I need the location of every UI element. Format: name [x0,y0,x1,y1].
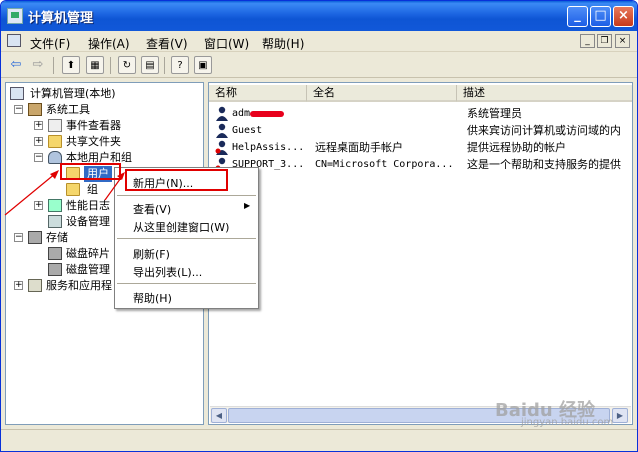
computer-icon [10,87,24,100]
services-icon [28,279,42,292]
column-header-fullname[interactable]: 全名 [307,85,457,102]
up-level-icon[interactable]: ⬆ [62,56,80,74]
scroll-right-icon[interactable]: ▶ [612,408,628,423]
storage-icon [28,231,42,244]
user-icon [216,106,228,121]
disk-defrag-icon [48,247,62,260]
cell-fullname: CN=Microsoft Corpora... [315,159,454,170]
shared-folder-icon [48,135,62,148]
tree-label-system-tools: 系统工具 [46,103,90,116]
menu-view[interactable]: 查看(V) [146,35,188,52]
cell-description: 供来宾访问计算机或访问域的内 [467,124,621,137]
table-row[interactable]: HelpAssis... 远程桌面助手帐户 提供远程协助的帐户 [209,139,632,156]
menu-help[interactable]: 帮助(H) [262,35,304,52]
tree-label-event-viewer: 事件查看器 [66,119,121,132]
table-row[interactable]: adm 系统管理员 [209,105,632,122]
computer-management-icon [7,8,23,24]
expand-icon[interactable]: + [34,137,43,146]
cell-name: HelpAssis... [232,142,305,153]
toolbar-separator [53,57,54,74]
table-row[interactable]: SUPPORT_3... CN=Microsoft Corpora... 这是一… [209,156,632,173]
tree-item-event-viewer[interactable]: + 事件查看器 [34,118,203,134]
watermark-url: jingyan.baidu.com [521,417,614,428]
tree-label-root: 计算机管理(本地) [30,87,116,100]
menu-separator [117,283,256,284]
tree-item-shared-folders[interactable]: + 共享文件夹 [34,134,203,150]
cell-name: adm [232,108,251,119]
toolbar-separator [110,57,111,74]
cell-description: 这是一个帮助和支持服务的提供 [467,158,621,171]
cell-description: 系统管理员 [467,107,522,120]
maximize-button[interactable]: □ [590,6,611,27]
show-hide-tree-icon[interactable]: ▦ [86,56,104,74]
mdi-restore-button[interactable]: ❐ [597,34,612,48]
table-row[interactable]: Guest 供来宾访问计算机或访问域的内 [209,122,632,139]
submenu-arrow-icon: ▶ [244,201,251,210]
window-title: 计算机管理 [28,11,94,26]
mmc-icon[interactable] [7,34,21,47]
cell-fullname: 远程桌面助手帐户 [315,141,403,154]
menu-file[interactable]: 文件(F) [30,35,70,52]
tree-label-disk-defrag: 磁盘碎片 [66,247,110,260]
properties-icon[interactable]: ▣ [194,56,212,74]
event-viewer-icon [48,119,62,132]
tree-label-services: 服务和应用程 [46,279,112,292]
help-icon[interactable]: ? [171,56,189,74]
disk-management-icon [48,263,62,276]
scroll-left-icon[interactable]: ◀ [211,408,227,423]
column-header-name[interactable]: 名称 [209,85,307,102]
toolbar-separator [164,57,165,74]
user-list-pane[interactable]: 名称 全名 描述 adm 系统管理员 Guest 供来宾访问计算机或访问域的内 … [208,82,633,425]
collapse-icon[interactable]: − [14,105,23,114]
cell-description: 提供远程协助的帐户 [467,141,566,154]
menu-item-new-window[interactable]: 从这里创建窗口(W) [133,219,229,235]
system-tools-icon [28,103,42,116]
status-bar [1,429,637,451]
redaction-mark [250,111,284,117]
user-icon [216,123,228,138]
tree-label-disk-mgmt: 磁盘管理 [66,263,110,276]
menu-bar: 文件(F) 操作(A) 查看(V) 窗口(W) 帮助(H) _ ❐ × [1,31,637,52]
menu-action[interactable]: 操作(A) [88,35,130,52]
menu-item-help[interactable]: 帮助(H) [133,290,172,306]
mdi-minimize-button[interactable]: _ [580,34,595,48]
annotation-arrow-icon [4,170,125,216]
computer-management-window: 计算机管理 _ □ × 文件(F) 操作(A) 查看(V) 窗口(W) 帮助(H… [0,0,638,452]
title-bar[interactable]: 计算机管理 _ □ × [1,1,637,31]
close-button[interactable]: × [613,6,634,27]
forward-arrow-icon[interactable]: ⇨ [29,56,47,74]
user-icon [215,140,228,155]
back-arrow-icon[interactable]: ⇦ [7,56,25,74]
minimize-button[interactable]: _ [567,6,588,27]
expand-icon[interactable]: + [34,121,43,130]
menu-item-refresh[interactable]: 刷新(F) [133,246,170,262]
toolbar: ⇦ ⇨ ⬆ ▦ ↻ ▤ ? ▣ [1,53,637,78]
mdi-close-button[interactable]: × [615,34,630,48]
tree-label-shared-folders: 共享文件夹 [66,135,121,148]
expand-icon[interactable]: + [14,281,23,290]
menu-window[interactable]: 窗口(W) [204,35,249,52]
column-header-description[interactable]: 描述 [457,85,632,102]
tree-label-storage: 存储 [46,231,68,244]
menu-item-export[interactable]: 导出列表(L)... [133,264,202,280]
export-list-icon[interactable]: ▤ [141,56,159,74]
refresh-icon[interactable]: ↻ [118,56,136,74]
tree-item-system-tools[interactable]: − 系统工具 [14,102,194,118]
menu-separator [117,238,256,239]
cell-name: Guest [232,125,263,136]
collapse-icon[interactable]: − [14,233,23,242]
